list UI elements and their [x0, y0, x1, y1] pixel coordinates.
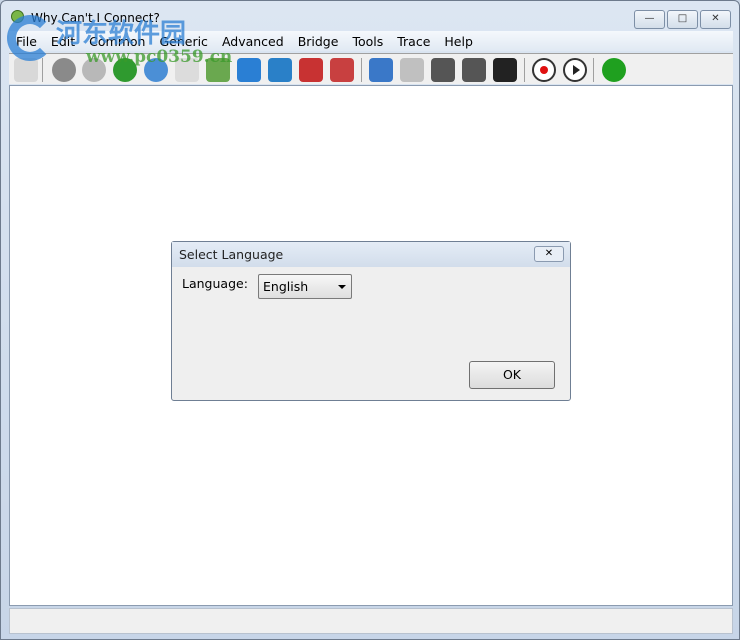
radar-icon[interactable] [602, 58, 626, 82]
toolbar-separator [524, 58, 525, 82]
copy-icon[interactable] [14, 58, 38, 82]
minimize-button[interactable]: — [634, 10, 665, 29]
dialog-title: Select Language [172, 242, 570, 267]
step-end-icon[interactable] [462, 58, 486, 82]
users-add-icon[interactable] [299, 58, 323, 82]
puzzle-add-icon[interactable] [268, 58, 292, 82]
toolbar-separator [593, 58, 594, 82]
main-window: Why Can't I Connect? — □ ✕ File Edit Com… [0, 0, 740, 640]
server-network-icon[interactable] [400, 58, 424, 82]
select-language-dialog: Select Language ✕ Language: English OK [171, 241, 571, 401]
database-help-icon[interactable] [52, 58, 76, 82]
stop-icon[interactable] [493, 58, 517, 82]
computer-network-icon[interactable] [369, 58, 393, 82]
close-button[interactable]: ✕ [700, 10, 731, 29]
menu-trace[interactable]: Trace [390, 34, 437, 49]
menu-bridge[interactable]: Bridge [291, 34, 346, 49]
record-icon[interactable] [532, 58, 556, 82]
ok-button[interactable]: OK [469, 361, 555, 389]
dialog-close-button[interactable]: ✕ [534, 246, 564, 262]
chevron-down-icon [338, 285, 346, 289]
toolbar-separator [361, 58, 362, 82]
menu-tools[interactable]: Tools [345, 34, 390, 49]
toolbar-separator [42, 58, 43, 82]
step-forward-icon[interactable] [431, 58, 455, 82]
books-icon[interactable] [330, 58, 354, 82]
language-label: Language: [182, 276, 248, 291]
mail-send-icon[interactable] [237, 58, 261, 82]
language-select[interactable]: English [258, 274, 352, 299]
status-bar [9, 608, 733, 634]
menu-help[interactable]: Help [437, 34, 480, 49]
watermark-url: www.pc0359.cn [86, 47, 233, 67]
window-title: Why Can't I Connect? [31, 11, 160, 25]
maximize-button[interactable]: □ [667, 10, 698, 29]
play-icon[interactable] [563, 58, 587, 82]
watermark-logo-icon [7, 15, 53, 61]
language-select-value: English [263, 279, 309, 294]
